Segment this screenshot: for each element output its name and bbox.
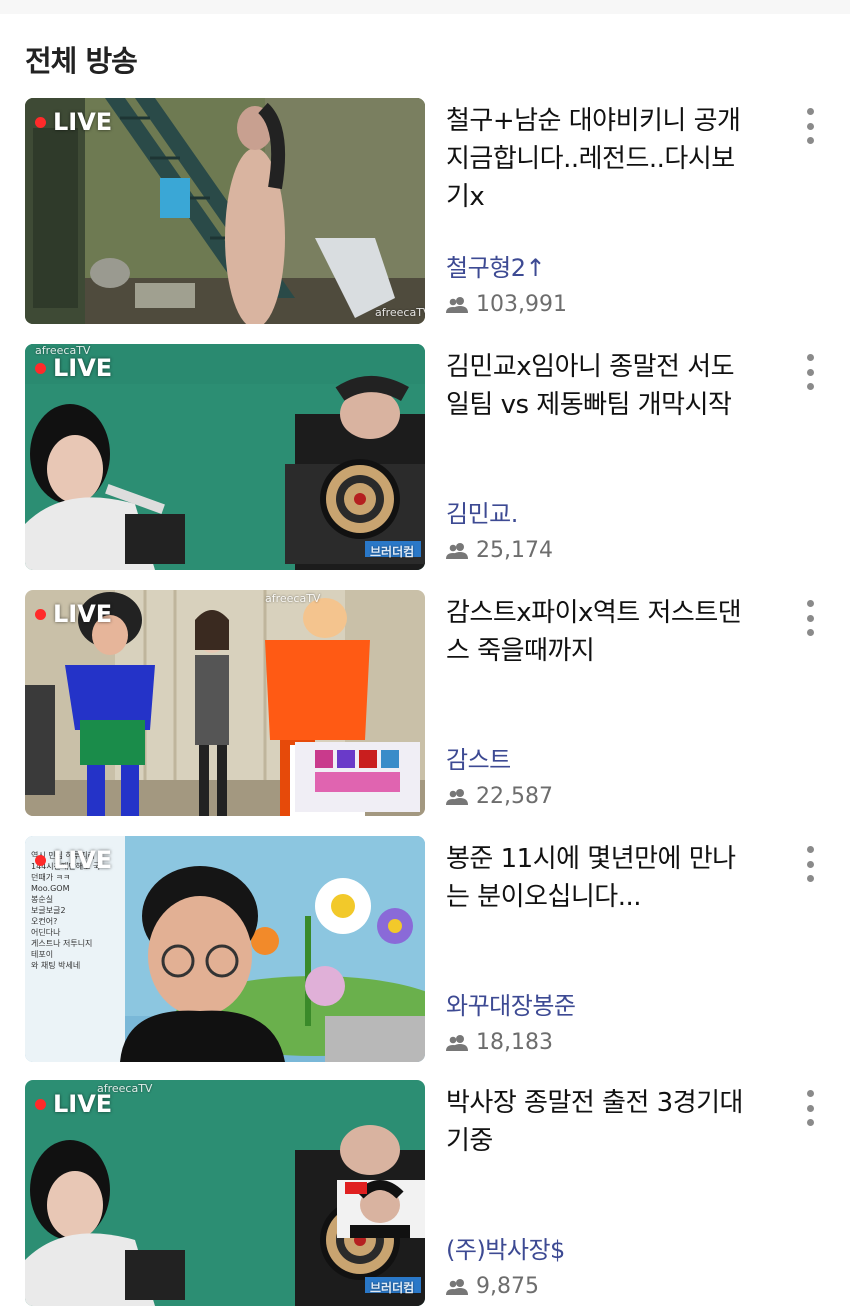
thumbnail[interactable]: LIVE afreecaTV 브러더컴 [25,1080,425,1306]
channel-name[interactable]: 김민교. [446,494,518,529]
viewer-count: 25,174 [446,538,553,563]
live-badge: LIVE [35,108,112,136]
list-item[interactable]: LIVE afreecaTV 철구+남순 대야비키니 공개 지금합니다..레전드… [0,98,850,324]
channel-name[interactable]: 감스트 [446,740,511,775]
viewer-count: 103,991 [446,292,567,317]
more-vert-icon[interactable] [800,354,820,390]
people-icon [446,788,468,805]
live-dot-icon [35,854,46,866]
list-item[interactable]: LIVE afreecaTV 브러더컴 박사장 종말전 출전 3경기대 기중 (… [0,1080,850,1306]
viewer-count: 22,587 [446,784,553,809]
page-title: 전체 방송 [25,44,138,78]
viewer-count: 9,875 [446,1274,539,1299]
more-vert-icon[interactable] [800,1090,820,1126]
channel-name[interactable]: 와꾸대장봉준 [446,986,576,1021]
more-vert-icon[interactable] [800,846,820,882]
viewer-count: 18,183 [446,1030,553,1055]
channel-name[interactable]: (주)박사장$ [446,1230,565,1265]
stream-title[interactable]: 감스트x파이x역트 저스트댄 스 죽을때까지 [446,594,776,670]
stream-title[interactable]: 박사장 종말전 출전 3경기대 기중 [446,1084,776,1160]
status-strip [0,0,850,14]
thumbnail[interactable]: LIVE afreecaTV 브러더컴 [25,344,425,570]
stream-title[interactable]: 봉준 11시에 몇년만에 만나 는 분이오십니다... [446,840,776,916]
watermark: afreecaTV [375,306,425,319]
more-vert-icon[interactable] [800,108,820,144]
people-icon [446,1278,468,1295]
watermark: afreecaTV [35,344,91,357]
channel-name[interactable]: 철구형2↑ [446,248,546,283]
live-dot-icon [35,116,46,128]
people-icon [446,296,468,313]
live-dot-icon [35,362,46,374]
list-item[interactable]: 역시 민심 하루피리 144시간때만해도 국 던때가 ㅋㅋ Moo.GOM 봉순… [0,836,850,1062]
thumbnail[interactable]: LIVE afreecaTV [25,98,425,324]
live-dot-icon [35,1098,46,1110]
live-badge: LIVE [35,846,112,874]
overlay-logo: 브러더컴 [370,1281,415,1295]
list-item[interactable]: LIVE afreecaTV 브러더컴 김민교x임아니 종말전 서도 일팀 vs… [0,344,850,570]
thumbnail[interactable]: 역시 민심 하루피리 144시간때만해도 국 던때가 ㅋㅋ Moo.GOM 봉순… [25,836,425,1062]
more-vert-icon[interactable] [800,600,820,636]
stream-title[interactable]: 김민교x임아니 종말전 서도 일팀 vs 제동빠팀 개막시작 [446,348,776,424]
thumbnail[interactable]: LIVE afreecaTV [25,590,425,816]
watermark: afreecaTV [265,592,321,605]
live-badge: LIVE [35,354,112,382]
overlay-logo: 브러더컴 [370,545,415,559]
live-dot-icon [35,608,46,620]
stream-title[interactable]: 철구+남순 대야비키니 공개 지금합니다..레전드..다시보 기x [446,102,776,216]
live-badge: LIVE [35,600,112,628]
people-icon [446,542,468,559]
people-icon [446,1034,468,1051]
watermark: afreecaTV [97,1082,153,1095]
list-item[interactable]: LIVE afreecaTV 감스트x파이x역트 저스트댄 스 죽을때까지 감스… [0,590,850,816]
